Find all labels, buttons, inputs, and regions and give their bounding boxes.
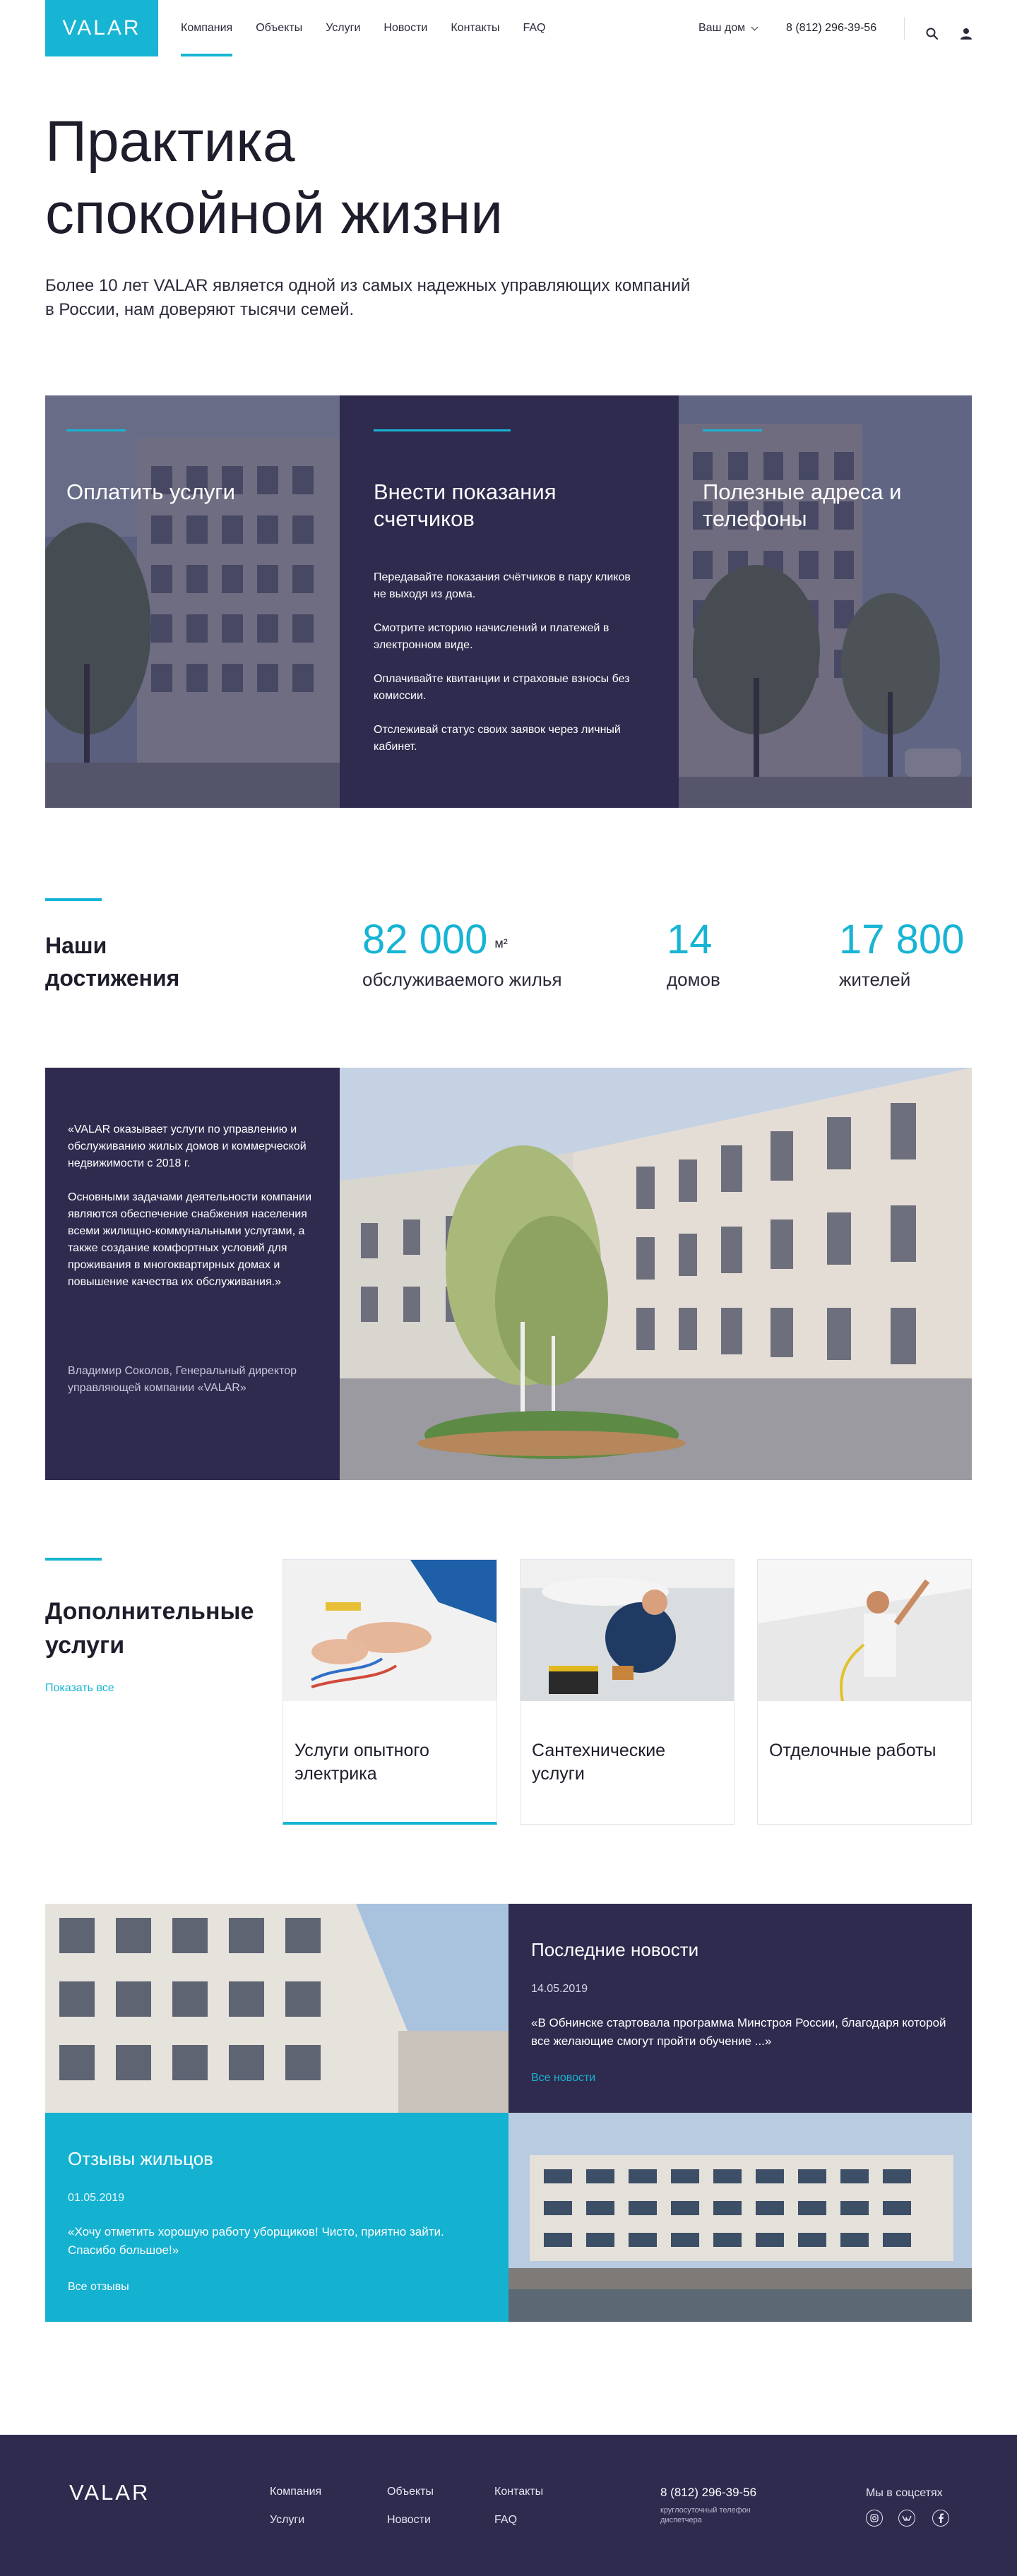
card-title: Услуги опытного электрика bbox=[295, 1741, 429, 1784]
social-label: Мы в соцсетях bbox=[866, 2487, 943, 2499]
footer-logo[interactable]: VALAR bbox=[69, 2480, 150, 2505]
panel-overlay bbox=[679, 395, 972, 808]
all-reviews-link[interactable]: Все отзывы bbox=[68, 2281, 129, 2294]
service-addresses-title: Полезные адреса и телефоны bbox=[703, 479, 902, 531]
vk-icon[interactable] bbox=[898, 2510, 915, 2527]
quote-paragraph: Основными задачами деятельности компании… bbox=[68, 1191, 312, 1288]
all-news-link[interactable]: Все новости bbox=[531, 2072, 595, 2085]
nav-item-services[interactable]: Услуги bbox=[326, 0, 360, 56]
service-meters-title: Внести показания счетчиков bbox=[374, 479, 557, 531]
footer-phone-note: круглосуточный телефон диспетчера bbox=[660, 2506, 751, 2524]
stat-value: 14 bbox=[667, 917, 713, 962]
chevron-down-icon bbox=[751, 23, 759, 30]
stat-unit: м² bbox=[494, 936, 508, 950]
service-card-plumbing[interactable]: Сантехнические услуги bbox=[520, 1559, 734, 1825]
news-date: 14.05.2019 bbox=[531, 1983, 588, 1995]
hero-title-line2: спокойной жизни bbox=[45, 181, 504, 246]
director-quote: «VALAR оказывает услуги по управлению и … bbox=[45, 1068, 340, 1480]
accent-bar bbox=[374, 429, 511, 431]
courtyard-photo bbox=[340, 1068, 972, 1480]
stat-value: 82 000 bbox=[362, 917, 488, 962]
header-phone[interactable]: 8 (812) 296-39-56 bbox=[786, 0, 876, 56]
stat-label: обслуживаемого жилья bbox=[362, 969, 562, 990]
stat-residents: 17 800 жителей bbox=[839, 915, 964, 991]
service-meters-list: Передавайте показания счётчиков в пару к… bbox=[374, 569, 642, 773]
hero-subtitle: Более 10 лет VALAR является одной из сам… bbox=[45, 276, 691, 319]
riverside-photo bbox=[509, 2113, 972, 2322]
plumber-photo bbox=[521, 1560, 734, 1701]
additional-services-title: Дополнительные услуги bbox=[45, 1598, 254, 1659]
hero-title: Практика спокойной жизни bbox=[45, 106, 681, 250]
footer-link-company[interactable]: Компания bbox=[270, 2486, 321, 2498]
show-all-link[interactable]: Показать все bbox=[45, 1682, 114, 1695]
home-select-dropdown[interactable]: Ваш дом bbox=[698, 0, 759, 56]
card-title: Сантехнические услуги bbox=[532, 1741, 666, 1784]
accent-bar bbox=[703, 429, 762, 431]
accent-bar bbox=[45, 898, 102, 901]
site-footer: VALAR Компания Объекты Контакты Услуги Н… bbox=[0, 2435, 1017, 2576]
stat-value: 17 800 bbox=[839, 917, 965, 962]
service-meters-panel[interactable]: Внести показания счетчиков Передавайте п… bbox=[340, 395, 679, 808]
stat-area: 82 000 м² обслуживаемого жилья bbox=[362, 915, 562, 991]
facebook-icon[interactable] bbox=[932, 2510, 949, 2527]
footer-phone[interactable]: 8 (812) 296-39-56 bbox=[660, 2486, 756, 2500]
site-header: VALAR Компания Объекты Услуги Новости Ко… bbox=[0, 0, 1017, 56]
service-pay-panel[interactable]: Оплатить услуги bbox=[45, 395, 340, 808]
logo[interactable]: VALAR bbox=[45, 0, 158, 56]
list-item: Оплачивайте квитанции и страховые взносы… bbox=[374, 673, 630, 702]
footer-link-faq[interactable]: FAQ bbox=[494, 2514, 517, 2527]
footer-link-services[interactable]: Услуги bbox=[270, 2514, 304, 2527]
footer-link-objects[interactable]: Объекты bbox=[387, 2486, 434, 2498]
news-text[interactable]: «В Обнинске стартовала программа Минстро… bbox=[531, 2014, 948, 2051]
footer-link-contacts[interactable]: Контакты bbox=[494, 2486, 543, 2498]
list-item: Передавайте показания счётчиков в пару к… bbox=[374, 571, 631, 600]
accent-bar bbox=[66, 429, 126, 431]
latest-news: Последние новости 14.05.2019 «В Обнинске… bbox=[509, 1904, 972, 2113]
electrician-photo bbox=[283, 1560, 496, 1701]
user-icon[interactable] bbox=[959, 27, 975, 42]
main-nav: Компания Объекты Услуги Новости Контакты… bbox=[181, 0, 545, 56]
review-text: «Хочу отметить хорошую работу уборщиков!… bbox=[68, 2225, 444, 2257]
service-card-finishing[interactable]: Отделочные работы bbox=[757, 1559, 972, 1825]
painter-photo bbox=[758, 1560, 971, 1701]
service-addresses-panel[interactable]: Полезные адреса и телефоны bbox=[679, 395, 972, 808]
nav-item-news[interactable]: Новости bbox=[383, 0, 427, 56]
service-pay-title: Оплатить услуги bbox=[66, 479, 235, 504]
review-date: 01.05.2019 bbox=[68, 2192, 125, 2204]
nav-item-company[interactable]: Компания bbox=[181, 0, 233, 56]
news-title: Последние новости bbox=[531, 1939, 699, 1960]
card-title: Отделочные работы bbox=[769, 1741, 936, 1760]
home-select-label: Ваш дом bbox=[698, 22, 746, 34]
accent-bar bbox=[45, 1558, 102, 1561]
list-item: Смотрите историю начислений и платежей в… bbox=[374, 622, 609, 651]
stat-label: жителей bbox=[839, 969, 911, 990]
quote-paragraph: «VALAR оказывает услуги по управлению и … bbox=[68, 1123, 307, 1169]
resident-reviews: Отзывы жильцов 01.05.2019 «Хочу отметить… bbox=[45, 2113, 509, 2322]
stat-houses: 14 домов bbox=[667, 915, 720, 991]
nav-item-contacts[interactable]: Контакты bbox=[451, 0, 499, 56]
hero-title-line1: Практика bbox=[45, 109, 295, 174]
achievements-title: Наши достижения bbox=[45, 933, 180, 991]
quote-text: «VALAR оказывает услуги по управлению и … bbox=[68, 1121, 322, 1308]
quote-author: Владимир Соколов, Генеральный директор у… bbox=[68, 1365, 297, 1394]
reviews-title: Отзывы жильцов bbox=[68, 2148, 213, 2169]
list-item: Отслеживай статус своих заявок через лич… bbox=[374, 724, 621, 753]
footer-link-news[interactable]: Новости bbox=[387, 2514, 431, 2527]
building-photo bbox=[45, 1904, 509, 2113]
stat-label: домов bbox=[667, 969, 720, 990]
service-card-electrician[interactable]: Услуги опытного электрика bbox=[282, 1559, 497, 1825]
instagram-icon[interactable] bbox=[866, 2510, 883, 2527]
header-divider bbox=[904, 17, 905, 40]
search-icon[interactable] bbox=[925, 27, 941, 42]
nav-item-objects[interactable]: Объекты bbox=[256, 0, 302, 56]
panel-overlay bbox=[45, 395, 340, 808]
services-panels: Оплатить услуги Внести показания счетчик… bbox=[45, 395, 972, 808]
nav-item-faq[interactable]: FAQ bbox=[523, 0, 545, 56]
